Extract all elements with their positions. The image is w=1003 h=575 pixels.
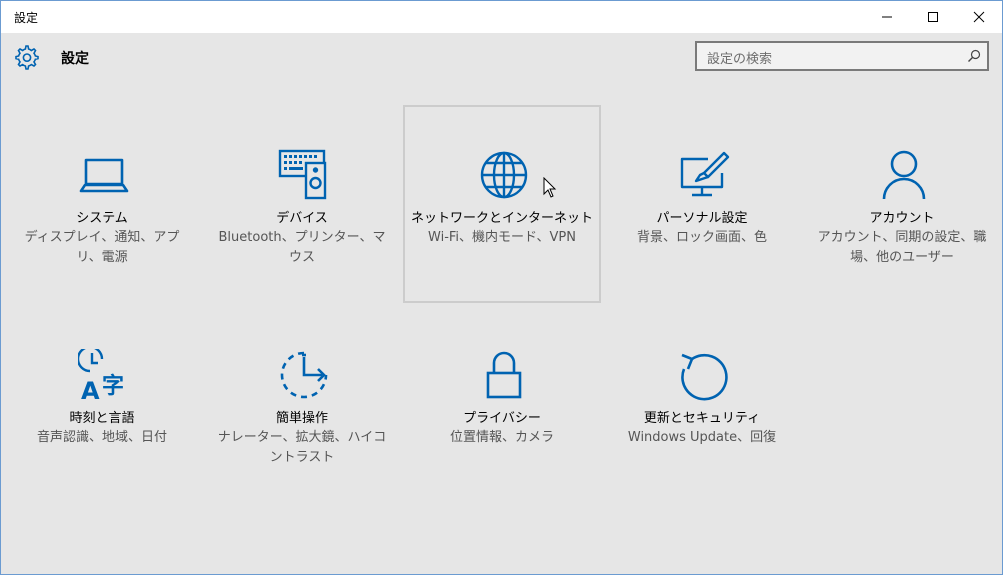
- laptop-icon: [79, 158, 129, 193]
- ease-of-access-icon: [280, 351, 328, 399]
- maximize-icon: [928, 12, 938, 22]
- tile-description: Windows Update、回復: [627, 430, 777, 445]
- close-button[interactable]: [956, 1, 1002, 33]
- tile-system[interactable]: システム ディスプレイ、通知、アプリ、電源: [3, 105, 201, 303]
- personalization-icon: [680, 151, 730, 197]
- search-input[interactable]: 設定の検索: [707, 48, 772, 67]
- window-title: 設定: [14, 11, 39, 25]
- tile-title: 時刻と言語: [69, 411, 135, 426]
- tile-title: 更新とセキュリティ: [643, 411, 761, 426]
- time-language-icon: A 字: [78, 349, 124, 401]
- tile-description: 背景、ロック画面、色: [636, 230, 767, 245]
- svg-text:字: 字: [102, 373, 124, 399]
- close-icon: [973, 11, 985, 23]
- tile-title: アカウント: [869, 211, 935, 226]
- minimize-icon: [882, 16, 892, 18]
- tile-title: プライバシー: [463, 411, 541, 426]
- tile-title: ネットワークとインターネット: [410, 211, 593, 226]
- person-icon: [882, 150, 926, 200]
- maximize-button[interactable]: [910, 1, 956, 33]
- gear-icon: [15, 45, 39, 70]
- lock-icon: [486, 351, 522, 399]
- tile-description: ディスプレイ、通知、アプリ、電源: [24, 230, 180, 265]
- tile-devices[interactable]: デバイス Bluetooth、プリンター、マウス: [203, 105, 401, 303]
- tile-personalization[interactable]: パーソナル設定 背景、ロック画面、色: [603, 105, 801, 303]
- search-box[interactable]: 設定の検索: [695, 41, 989, 71]
- tile-time-language[interactable]: A 字 時刻と言語 音声認識、地域、日付: [3, 305, 201, 503]
- mouse-cursor-icon: [543, 177, 557, 198]
- globe-icon: [480, 151, 528, 199]
- tile-network[interactable]: ネットワークとインターネット Wi-Fi、機内モード、VPN: [403, 105, 601, 303]
- tile-description: 音声認識、地域、日付: [36, 430, 167, 445]
- tile-title: デバイス: [276, 211, 328, 226]
- tile-description: 位置情報、カメラ: [449, 430, 554, 445]
- page-title: 設定: [61, 51, 89, 67]
- settings-window: 設定 設定 設定の検索 システム ディスプレイ、通知、アプリ、電源 デバイス B…: [0, 0, 1003, 575]
- tile-privacy[interactable]: プライバシー 位置情報、カメラ: [403, 305, 601, 503]
- svg-text:A: A: [81, 377, 100, 401]
- search-icon[interactable]: [967, 49, 981, 63]
- tile-description: Bluetooth、プリンター、マウス: [218, 230, 386, 265]
- title-bar[interactable]: 設定: [1, 1, 1002, 33]
- tile-description: アカウント、同期の設定、職場、他のユーザー: [817, 230, 987, 265]
- tile-accounts[interactable]: アカウント アカウント、同期の設定、職場、他のユーザー: [803, 105, 1001, 303]
- tile-title: パーソナル設定: [656, 211, 748, 226]
- settings-header: 設定 設定の検索: [1, 33, 1002, 83]
- tile-ease-of-access[interactable]: 簡単操作 ナレーター、拡大鏡、ハイコントラスト: [203, 305, 401, 503]
- tile-description: ナレーター、拡大鏡、ハイコントラスト: [217, 430, 387, 465]
- update-icon: [681, 353, 728, 401]
- tile-title: 簡単操作: [275, 411, 328, 426]
- tile-title: システム: [76, 211, 128, 226]
- tile-description: Wi-Fi、機内モード、VPN: [428, 230, 576, 245]
- tile-update-security[interactable]: 更新とセキュリティ Windows Update、回復: [603, 305, 801, 503]
- devices-icon: [278, 149, 327, 200]
- minimize-button[interactable]: [864, 1, 910, 33]
